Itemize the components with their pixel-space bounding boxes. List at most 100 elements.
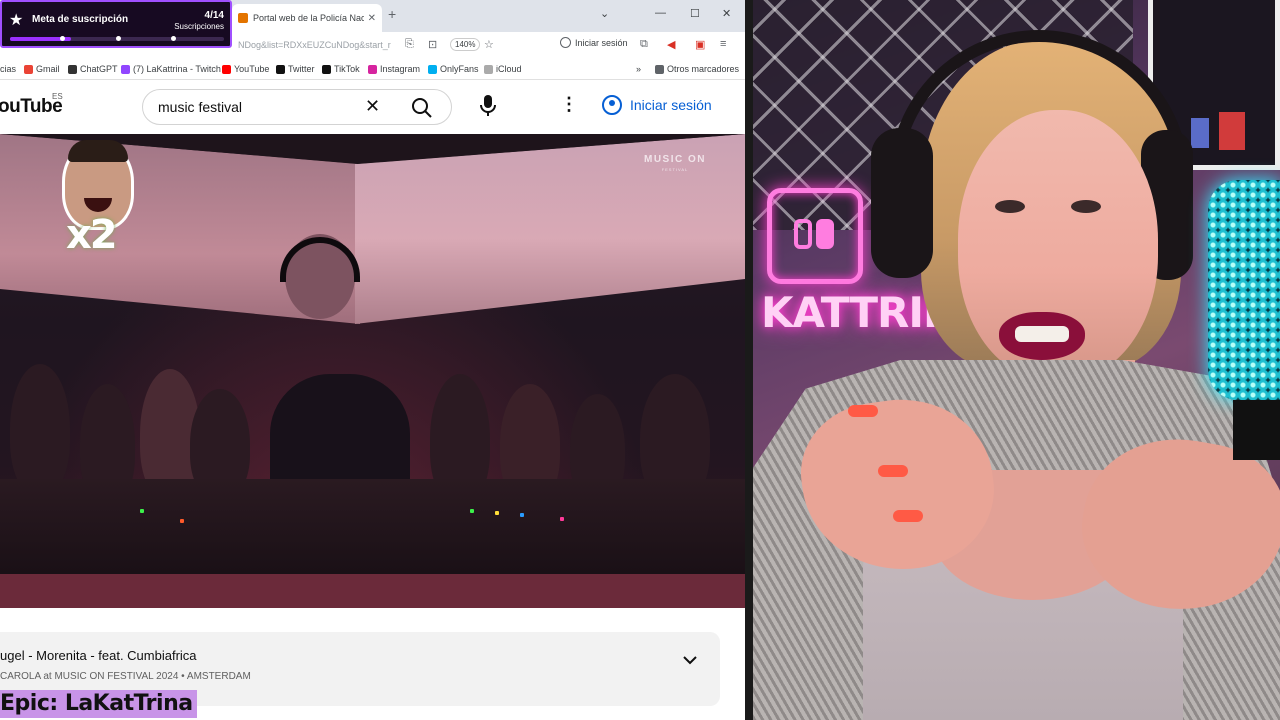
watermark-sub: FESTIVAL [661, 167, 689, 172]
shelf-item [1191, 118, 1209, 148]
twitch-neon-icon [767, 188, 863, 284]
bookmark-favicon-icon [322, 64, 331, 74]
microphone-icon[interactable] [478, 94, 498, 118]
bookmark-star-icon[interactable]: ☆ [484, 38, 494, 51]
video-subtitle: CAROLA at MUSIC ON FESTIVAL 2024 • AMSTE… [0, 671, 251, 682]
close-window-icon[interactable]: ✕ [722, 7, 731, 20]
goal-unit: Suscripciones [174, 22, 224, 31]
bookmark-favicon-icon [222, 64, 231, 74]
bookmark-item[interactable]: Twitter [276, 64, 315, 74]
goal-progress-bar [10, 36, 224, 41]
browser-signin-chip[interactable]: Iniciar sesión [560, 37, 628, 48]
tab-active[interactable]: Portal web de la Policía Naciona ✕ [232, 4, 382, 32]
fingernail [878, 465, 908, 477]
zoom-indicator[interactable]: 140% [450, 38, 481, 51]
bookmark-item[interactable]: TikTok [322, 64, 360, 74]
share-icon[interactable]: ⎘ [405, 38, 414, 51]
capture-divider [745, 0, 753, 720]
bookmark-favicon-icon [24, 64, 33, 74]
account-icon [602, 95, 622, 115]
deck-led [560, 517, 564, 521]
browser-capture: Portal web de la Policía Naciona ✕ + ⌄ —… [0, 0, 745, 720]
extension-badge-icon[interactable]: ▣ [695, 38, 705, 51]
goal-title: Meta de suscripción [32, 14, 129, 25]
streamer-teeth [1015, 326, 1069, 342]
goal-milestone-dot [116, 36, 121, 41]
bookmark-label: Otros marcadores [667, 64, 740, 74]
bookmark-label: (7) LaKattrina - Twitch [133, 64, 221, 74]
streamer-eye [1071, 200, 1101, 213]
bookmark-item[interactable]: Instagram [368, 64, 420, 74]
bookmark-label: Instagram [380, 64, 421, 74]
video-title: ugel - Morenita - feat. Cumbiafrica [0, 648, 197, 663]
new-tab-icon[interactable]: + [388, 6, 396, 22]
youtube-signin-button[interactable]: Iniciar sesión [602, 95, 712, 115]
dj-deck [0, 479, 745, 574]
search-icon[interactable] [411, 97, 433, 119]
bookmark-item[interactable]: iCloud [484, 64, 522, 74]
search-input[interactable]: music festival [158, 99, 242, 115]
search-box[interactable]: music festival ✕ [142, 89, 452, 125]
minimize-icon[interactable]: — [655, 7, 666, 19]
subscription-goal-widget: ★ Meta de suscripción 4/14 Suscripciones [0, 0, 232, 48]
watermark-title: MUSIC ON [644, 154, 706, 165]
emote-hair [68, 140, 128, 162]
emote-multiplier: x2 [66, 212, 118, 258]
bookmark-label: ChatGPT [80, 64, 118, 74]
deck-led [470, 509, 474, 513]
bookmark-favicon-icon [276, 64, 285, 74]
streamer-eye [995, 200, 1025, 213]
bookmark-label: iCloud [496, 64, 522, 74]
webcam-feed: KATTRINA [753, 0, 1280, 720]
bookmark-item[interactable]: Otros marcadores [655, 64, 739, 74]
epic-alert-banner: Epic: LaKatTrina [0, 690, 197, 718]
goal-milestone-dot [60, 36, 65, 41]
bookmarks-overflow-icon[interactable]: » [636, 64, 641, 74]
crowd-person [10, 364, 70, 494]
bookmark-label: Twitter [288, 64, 315, 74]
install-icon[interactable]: ⊡ [428, 38, 437, 51]
music-on-watermark: MUSIC ON FESTIVAL [644, 154, 706, 172]
bookmark-item[interactable]: ChatGPT [68, 64, 118, 74]
microphone-arm [1233, 400, 1280, 460]
bookmark-favicon-icon [484, 64, 493, 74]
shelf-item [1219, 112, 1245, 150]
youtube-signin-label: Iniciar sesión [630, 97, 712, 113]
rgb-microphone [1208, 180, 1280, 400]
megaphone-icon[interactable]: ◀ [667, 38, 675, 51]
maximize-icon[interactable]: ☐ [690, 7, 700, 20]
deck-led [140, 509, 144, 513]
more-options-icon[interactable]: ⋮ [560, 94, 578, 115]
tab-title: Portal web de la Policía Naciona [253, 13, 364, 23]
goal-milestone-dot [171, 36, 176, 41]
bookmark-item[interactable]: OnlyFans [428, 64, 479, 74]
tab-list-chevron-icon[interactable]: ⌄ [600, 7, 609, 20]
police-favicon-icon [238, 13, 248, 23]
bookmark-favicon-icon [121, 64, 130, 74]
bookmark-label: icias [0, 64, 17, 74]
fingernail [848, 405, 878, 417]
bookmark-item[interactable]: YouTube [222, 64, 269, 74]
headset-left-cup [871, 128, 933, 278]
extensions-icon[interactable]: ⧉ [640, 38, 648, 51]
bookmark-favicon-icon [368, 64, 377, 74]
tab-close-icon[interactable]: ✕ [368, 13, 376, 24]
clear-search-icon[interactable]: ✕ [365, 96, 380, 117]
youtube-header: ouTube ES music festival ✕ ⋮ Iniciar ses… [0, 80, 745, 134]
goal-count: 4/14 [204, 10, 224, 21]
star-icon: ★ [9, 12, 24, 29]
youtube-region: ES [52, 92, 63, 101]
bookmark-label: Gmail [36, 64, 60, 74]
bookmark-favicon-icon [655, 64, 664, 74]
bookmark-item[interactable]: Gmail [24, 64, 60, 74]
deck-led [180, 519, 184, 523]
expand-chevron-icon[interactable] [682, 654, 698, 666]
bookmark-favicon-icon [428, 64, 437, 74]
bookmarks-bar: icias Gmail ChatGPT (7) LaKattrina - Twitch… [0, 58, 745, 80]
bookmark-item[interactable]: (7) LaKattrina - Twitch [121, 64, 221, 74]
bookmark-item[interactable]: icias [0, 64, 16, 74]
menu-icon[interactable]: ≡ [720, 38, 726, 50]
bookmark-label: OnlyFans [440, 64, 479, 74]
bookmark-label: YouTube [234, 64, 270, 74]
profile-icon [560, 37, 571, 48]
